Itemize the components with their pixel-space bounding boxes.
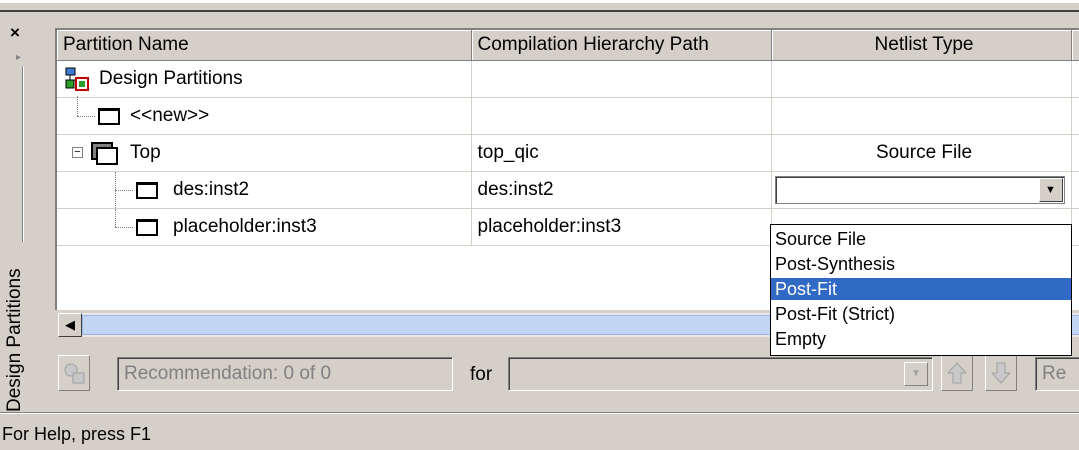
table-row[interactable]: des:inst2 des:inst2 ▼ [57, 171, 1079, 209]
netlist-type-cell[interactable] [771, 97, 1072, 135]
for-label: for [470, 364, 493, 385]
table-row[interactable]: <<new>> [57, 96, 1079, 135]
table-row[interactable]: − Top top_qic Source File [57, 134, 1079, 172]
expand-arrow-icon[interactable]: ▸ [16, 52, 21, 63]
column-header-extra [1071, 30, 1079, 61]
netlist-type-cell[interactable] [771, 60, 1072, 98]
extra-cell [1071, 97, 1079, 135]
partition-stack-icon [96, 147, 118, 165]
status-bar-text: For Help, press F1 [2, 424, 152, 444]
partition-icon [136, 182, 158, 199]
partition-name-label: <<new>> [130, 105, 210, 126]
partition-name-label: Design Partitions [99, 68, 243, 89]
close-icon[interactable]: × [10, 24, 20, 42]
netlist-type-options-list[interactable]: Source File Post-Synthesis Post-Fit Post… [770, 224, 1072, 356]
option-empty[interactable]: Empty [771, 328, 1071, 350]
hierarchy-path-cell[interactable] [471, 60, 772, 98]
partition-name-label: des:inst2 [173, 179, 250, 200]
partition-name-cell[interactable]: des:inst2 [57, 171, 472, 209]
option-source-file[interactable]: Source File [771, 228, 1071, 250]
tree-line [115, 209, 116, 227]
design-partitions-icon [65, 67, 89, 91]
grid-header-row: Partition Name Compilation Hierarchy Pat… [57, 30, 1079, 61]
tree-line [77, 96, 78, 116]
collapse-toggle-icon[interactable]: − [72, 147, 83, 158]
window-top-edge [0, 0, 1079, 3]
column-header-partition-name[interactable]: Partition Name [57, 30, 472, 61]
scroll-left-icon[interactable]: ◀ [58, 313, 82, 337]
tree-line [115, 190, 133, 191]
recommendation-tool-icon[interactable] [58, 355, 90, 391]
extra-cell [1071, 60, 1079, 98]
hierarchy-path-cell[interactable]: top_qic [471, 134, 772, 172]
column-header-hierarchy-path[interactable]: Compilation Hierarchy Path [471, 30, 772, 61]
hierarchy-path-cell[interactable] [471, 97, 772, 135]
for-combobox[interactable]: ▼ [508, 357, 933, 391]
right-field: Re [1035, 357, 1079, 391]
move-down-icon[interactable] [985, 355, 1017, 391]
netlist-type-dropdown[interactable]: ▼ [774, 176, 1065, 204]
column-header-netlist-type[interactable]: Netlist Type [771, 30, 1072, 61]
hierarchy-path-cell[interactable]: des:inst2 [471, 171, 772, 209]
dock-title: Design Partitions [4, 268, 25, 412]
recommendation-toolbar: Recommendation: 0 of 0 for ▼ Re [55, 355, 1079, 400]
partition-name-label: Top [130, 142, 161, 163]
partition-name-cell[interactable]: <<new>> [57, 96, 472, 135]
window-top-shadow [0, 10, 1079, 12]
partition-name-cell[interactable]: − Top [57, 134, 472, 172]
partition-name-cell[interactable]: placeholder:inst3 [57, 208, 472, 246]
option-post-synthesis[interactable]: Post-Synthesis [771, 253, 1071, 275]
design-partitions-dock-bar: × ▸ Design Partitions [0, 12, 47, 412]
tree-line [115, 227, 133, 228]
partition-name-cell[interactable]: Design Partitions [57, 60, 472, 98]
extra-cell [1071, 171, 1079, 209]
partition-name-label: placeholder:inst3 [173, 216, 317, 237]
hierarchy-path-cell[interactable]: placeholder:inst3 [471, 208, 772, 246]
extra-cell [1071, 208, 1079, 246]
netlist-type-cell[interactable]: ▼ [771, 171, 1072, 209]
extra-cell [1071, 134, 1079, 172]
recommendation-field: Recommendation: 0 of 0 [117, 357, 453, 391]
partition-icon [98, 108, 120, 125]
dock-grip-line[interactable] [22, 67, 24, 242]
netlist-type-cell[interactable]: Source File [771, 134, 1072, 172]
chevron-down-icon[interactable]: ▼ [904, 362, 928, 386]
chevron-down-icon[interactable]: ▼ [1038, 178, 1063, 202]
option-post-fit[interactable]: Post-Fit [771, 278, 1071, 300]
move-up-icon[interactable] [941, 355, 973, 391]
partition-icon [136, 219, 158, 236]
status-separator-highlight [0, 413, 1079, 414]
table-row[interactable]: Design Partitions [57, 60, 1079, 98]
tree-line [77, 116, 95, 117]
option-post-fit-strict[interactable]: Post-Fit (Strict) [771, 303, 1071, 325]
